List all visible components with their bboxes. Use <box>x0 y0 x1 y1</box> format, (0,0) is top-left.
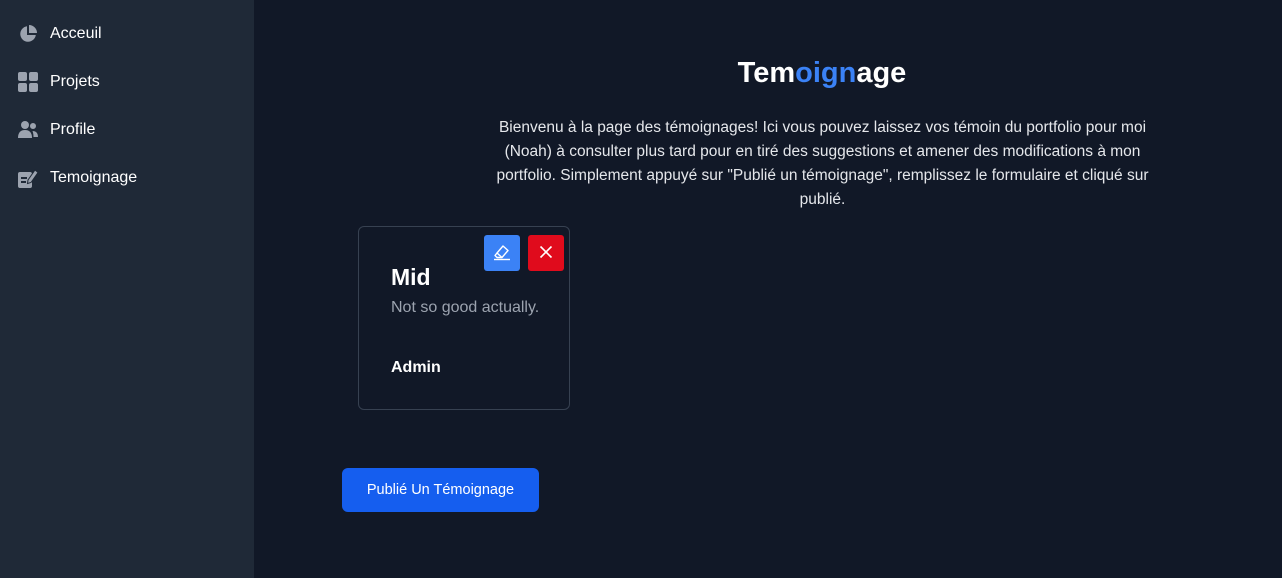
sidebar-item-temoignage[interactable]: Temoignage <box>0 158 254 198</box>
page-title-part: Tem <box>737 57 796 89</box>
testimonial-author: Admin <box>391 359 441 376</box>
publish-testimonial-button[interactable]: Publié Un Témoignage <box>342 468 539 512</box>
sidebar-item-label: Profile <box>50 121 96 138</box>
page-title-part: age <box>856 57 907 89</box>
page-title-accent: oign <box>795 57 857 89</box>
eraser-icon <box>492 242 512 265</box>
intro-text: Bienvenu à la page des témoignages! Ici … <box>496 119 1149 208</box>
sidebar-item-profile[interactable]: Profile <box>0 110 254 150</box>
delete-button[interactable] <box>528 235 564 271</box>
testimonial-card: Mid Not so good actually. Admin <box>358 226 570 410</box>
main-content: Temoignage Bienvenu à la page des témoig… <box>254 0 1282 578</box>
app-root: Acceuil Projets Profile Temoignage Temoi… <box>0 0 1282 578</box>
pen-note-icon <box>18 168 38 188</box>
sidebar-item-label: Temoignage <box>50 169 138 186</box>
page-title: Temoignage <box>254 56 1282 90</box>
sidebar-item-projets[interactable]: Projets <box>0 62 254 102</box>
sidebar-item-label: Projets <box>50 73 100 90</box>
testimonial-title: Mid <box>391 264 431 290</box>
close-icon <box>538 244 554 263</box>
edit-button[interactable] <box>484 235 520 271</box>
testimonial-text: Not so good actually. <box>391 299 540 316</box>
users-icon <box>18 120 38 140</box>
grid-icon <box>18 72 38 92</box>
chart-pie-icon <box>18 24 38 44</box>
sidebar-item-acceuil[interactable]: Acceuil <box>0 14 254 54</box>
sidebar-item-label: Acceuil <box>50 25 102 42</box>
sidebar: Acceuil Projets Profile Temoignage <box>0 0 254 578</box>
